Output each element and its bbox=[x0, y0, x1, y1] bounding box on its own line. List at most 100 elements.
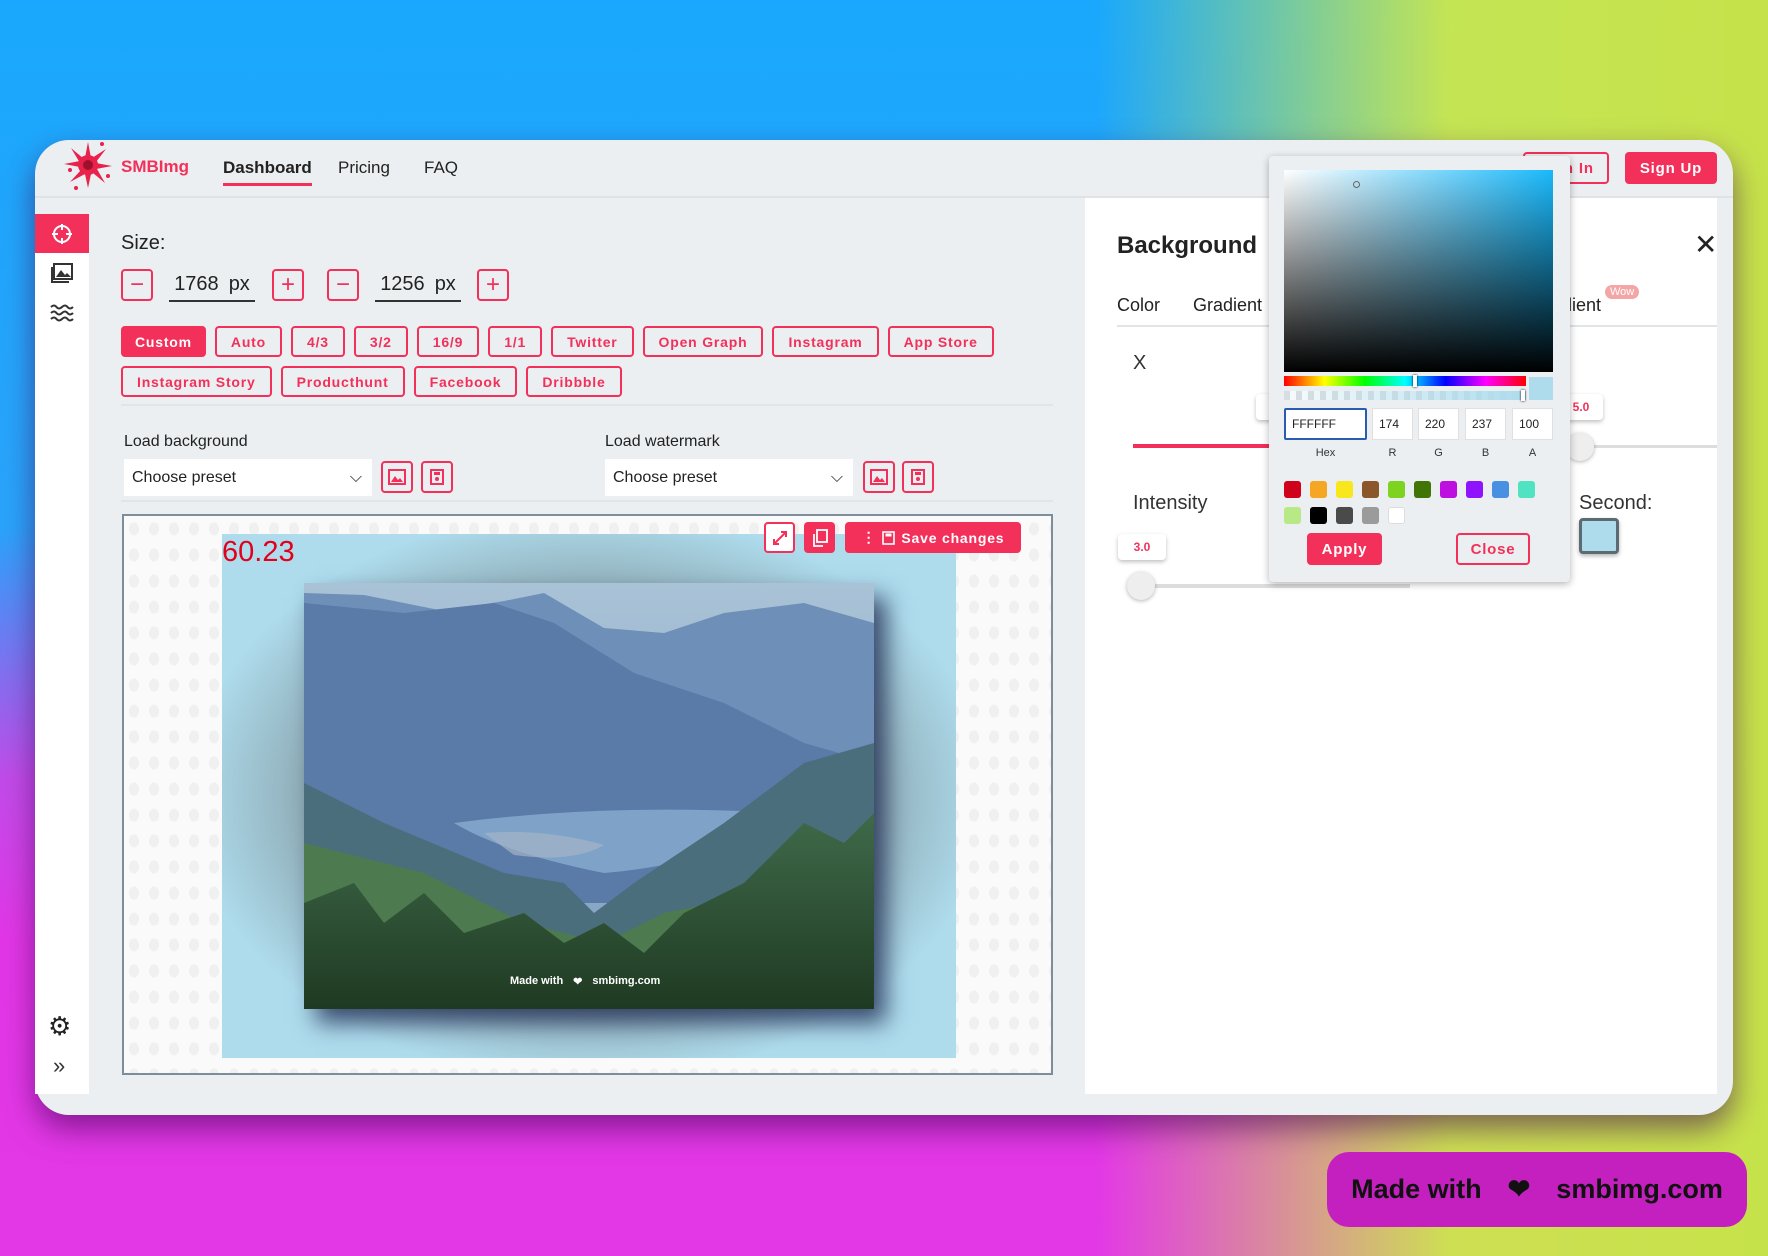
color-swatch[interactable] bbox=[1466, 481, 1483, 498]
a-input[interactable]: 100 bbox=[1512, 408, 1553, 440]
floppy-icon bbox=[430, 469, 444, 485]
intensity-tooltip: 3.0 bbox=[1118, 534, 1166, 560]
upload-watermark-button[interactable] bbox=[863, 461, 895, 493]
load-background-select[interactable]: Choose preset ⌵ bbox=[124, 459, 372, 496]
height-increase-button[interactable]: + bbox=[477, 269, 509, 301]
height-decrease-button[interactable]: − bbox=[327, 269, 359, 301]
plus-icon: + bbox=[485, 271, 500, 298]
preset-custom[interactable]: Custom bbox=[121, 326, 206, 357]
hue-slider[interactable] bbox=[1284, 376, 1526, 386]
hex-input[interactable]: FFFFFF bbox=[1284, 408, 1367, 440]
watermark-text: smbimg.com bbox=[592, 975, 661, 987]
load-watermark-select[interactable]: Choose preset ⌵ bbox=[605, 459, 853, 496]
gear-icon[interactable]: ⚙ bbox=[48, 1013, 71, 1039]
save-background-button[interactable] bbox=[421, 461, 453, 493]
waves-icon bbox=[50, 304, 74, 322]
g-input[interactable]: 220 bbox=[1418, 408, 1459, 440]
preset-3-2[interactable]: 3/2 bbox=[353, 326, 408, 357]
preset-4-3[interactable]: 4/3 bbox=[291, 326, 345, 357]
b-label: B bbox=[1481, 447, 1490, 459]
preset-open-graph[interactable]: Open Graph bbox=[642, 326, 764, 357]
fullscreen-button[interactable] bbox=[764, 522, 795, 553]
width-unit: px bbox=[228, 273, 250, 295]
preset-producthunt[interactable]: Producthunt bbox=[280, 366, 405, 397]
nav-faq[interactable]: FAQ bbox=[424, 158, 458, 178]
width-input[interactable]: 1768 px bbox=[169, 266, 255, 302]
wow-badge: Wow bbox=[1605, 285, 1640, 299]
preset-dribbble[interactable]: Dribbble bbox=[526, 366, 622, 397]
saturation-area[interactable] bbox=[1284, 170, 1553, 372]
color-swatch[interactable] bbox=[1362, 481, 1379, 498]
preset-twitter[interactable]: Twitter bbox=[551, 326, 634, 357]
hue-thumb[interactable] bbox=[1413, 375, 1417, 387]
x-slider-thumb[interactable] bbox=[1566, 433, 1594, 461]
upload-background-button[interactable] bbox=[381, 461, 413, 493]
preset-auto[interactable]: Auto bbox=[214, 326, 282, 357]
nav-dashboard[interactable]: Dashboard bbox=[223, 158, 312, 186]
color-swatch[interactable] bbox=[1388, 507, 1405, 524]
sidebar-item-watermark[interactable] bbox=[35, 298, 89, 328]
close-button[interactable]: Close bbox=[1456, 533, 1530, 565]
height-unit: px bbox=[434, 273, 456, 295]
width-increase-button[interactable]: + bbox=[272, 269, 304, 301]
color-swatch[interactable] bbox=[1518, 481, 1535, 498]
preset-16-9[interactable]: 16/9 bbox=[416, 326, 480, 357]
color-swatch[interactable] bbox=[1310, 481, 1327, 498]
badge-text: Made with bbox=[1351, 1174, 1482, 1204]
made-with-badge[interactable]: Made with ❤ smbimg.com bbox=[1327, 1152, 1747, 1227]
sign-up-button[interactable]: Sign Up bbox=[1625, 152, 1717, 184]
x-slider-track[interactable] bbox=[1583, 445, 1717, 448]
nav-pricing[interactable]: Pricing bbox=[338, 158, 390, 178]
preset-instagram-story[interactable]: Instagram Story bbox=[121, 366, 272, 397]
fps-counter: 60.23 bbox=[222, 536, 295, 568]
sidebar-item-background[interactable] bbox=[35, 214, 89, 253]
color-swatch[interactable] bbox=[1284, 481, 1301, 498]
color-swatch[interactable] bbox=[1414, 481, 1431, 498]
chevron-down-icon: ⌵ bbox=[349, 468, 362, 486]
select-value: Choose preset bbox=[132, 468, 237, 486]
preset-instagram[interactable]: Instagram bbox=[772, 326, 879, 357]
r-input[interactable]: 174 bbox=[1372, 408, 1413, 440]
close-icon[interactable]: ✕ bbox=[1694, 228, 1717, 261]
size-label: Size: bbox=[121, 232, 166, 254]
color-swatch[interactable] bbox=[1284, 507, 1301, 524]
load-background-label: Load background bbox=[124, 433, 248, 450]
g-label: G bbox=[1434, 447, 1443, 459]
image-icon bbox=[870, 469, 888, 485]
color-swatch[interactable] bbox=[1388, 481, 1405, 498]
alpha-thumb[interactable] bbox=[1521, 390, 1525, 401]
color-swatch[interactable] bbox=[1492, 481, 1509, 498]
width-value: 1768 bbox=[174, 273, 219, 295]
chevrons-right-icon[interactable]: » bbox=[53, 1053, 65, 1079]
preset-swatches bbox=[1284, 481, 1549, 524]
preset-1-1[interactable]: 1/1 bbox=[488, 326, 543, 357]
preview-photo[interactable] bbox=[304, 583, 874, 1009]
preset-app-store[interactable]: App Store bbox=[887, 326, 994, 357]
preset-facebook[interactable]: Facebook bbox=[413, 366, 518, 397]
width-decrease-button[interactable]: − bbox=[121, 269, 153, 301]
intensity-slider-track[interactable] bbox=[1140, 584, 1410, 588]
second-color-swatch[interactable] bbox=[1579, 518, 1619, 554]
color-swatch[interactable] bbox=[1362, 507, 1379, 524]
copy-button[interactable] bbox=[804, 522, 835, 553]
sidebar-item-image[interactable] bbox=[35, 258, 89, 288]
apply-button[interactable]: Apply bbox=[1307, 533, 1382, 565]
b-input[interactable]: 237 bbox=[1465, 408, 1506, 440]
tab-color[interactable]: Color bbox=[1117, 295, 1160, 316]
saturation-cursor[interactable] bbox=[1353, 181, 1360, 188]
color-swatch[interactable] bbox=[1336, 507, 1353, 524]
floppy-icon bbox=[882, 530, 896, 545]
brand-name[interactable]: SMBImg bbox=[121, 157, 189, 177]
save-changes-button[interactable]: ⋮ Save changes bbox=[845, 522, 1021, 553]
color-swatch[interactable] bbox=[1336, 481, 1353, 498]
plus-icon: + bbox=[280, 271, 295, 298]
height-input[interactable]: 1256 px bbox=[375, 266, 461, 302]
intensity-slider-thumb[interactable] bbox=[1127, 572, 1155, 600]
color-swatch[interactable] bbox=[1310, 507, 1327, 524]
alpha-slider[interactable] bbox=[1284, 391, 1526, 400]
save-watermark-button[interactable] bbox=[902, 461, 934, 493]
watermark-text: Made with bbox=[510, 975, 564, 987]
color-swatch[interactable] bbox=[1440, 481, 1457, 498]
tab-gradient[interactable]: Gradient bbox=[1193, 295, 1262, 316]
load-watermark-label: Load watermark bbox=[605, 433, 720, 450]
